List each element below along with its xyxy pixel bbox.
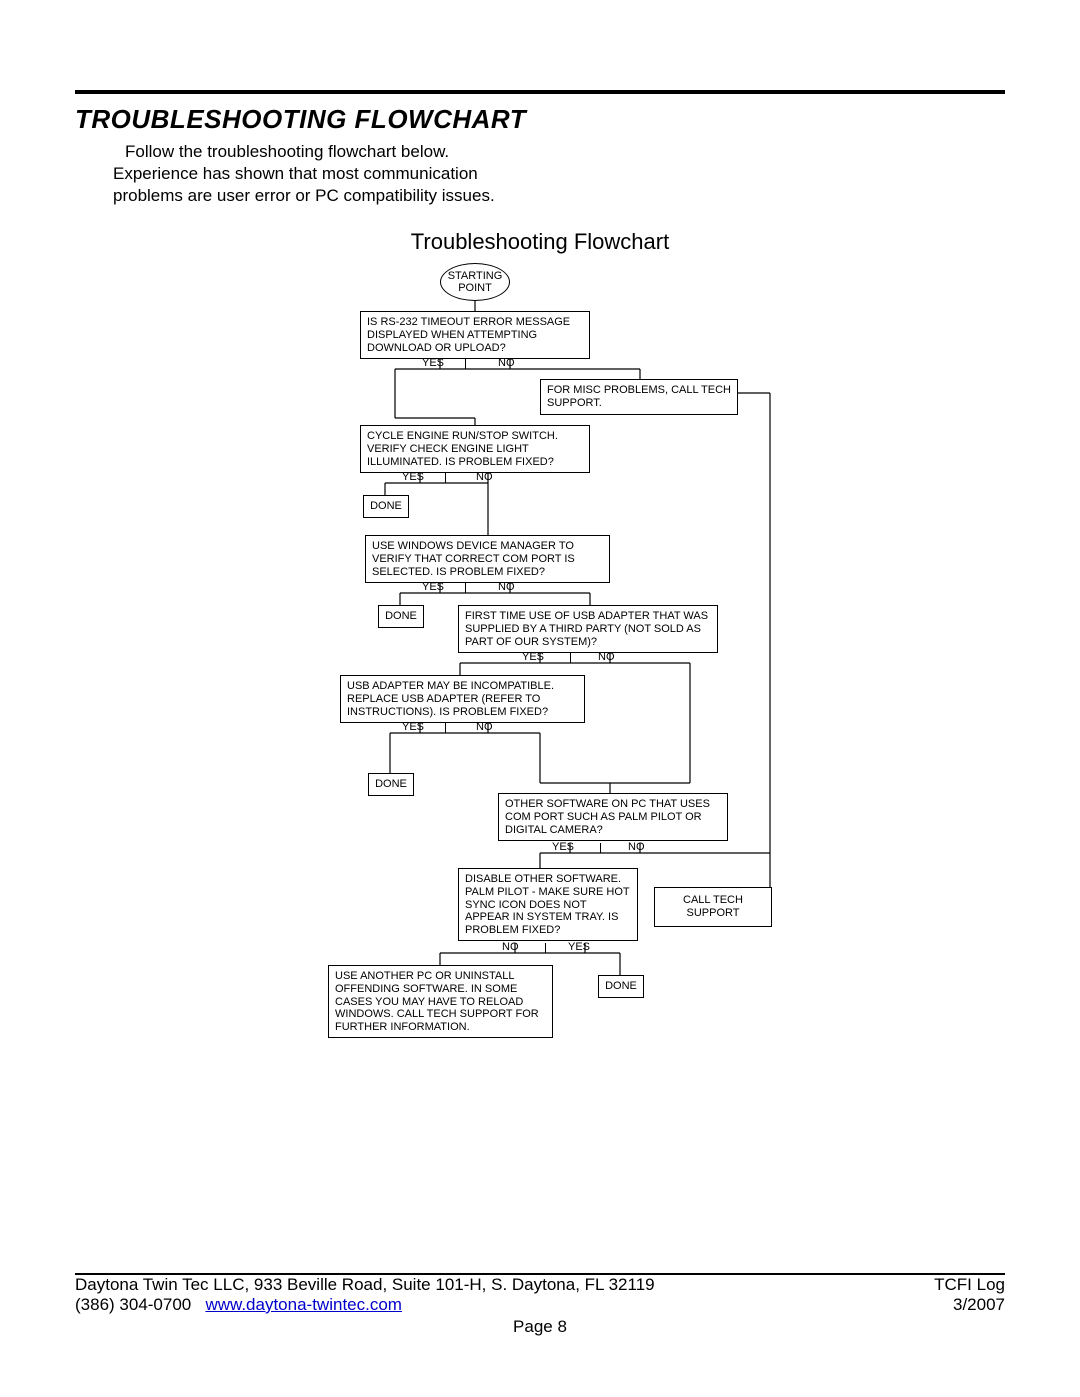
label-yes: YES [422,357,444,370]
intro-line: Experience has shown that most communica… [113,164,478,183]
footer-date: 3/2007 [953,1295,1005,1315]
terminal-call-tech-support: CALL TECH SUPPORT [654,887,772,926]
terminal-done: DONE [378,605,424,628]
terminal-done: DONE [363,495,409,518]
action-replace-adapter: USB ADAPTER MAY BE INCOMPATIBLE. REPLACE… [340,675,585,723]
split-divider [445,473,446,483]
label-yes: YES [422,581,444,594]
label-yes: YES [402,471,424,484]
split-divider [600,843,601,853]
top-rule [75,90,1005,94]
action-misc-problems: FOR MISC PROBLEMS, CALL TECH SUPPORT. [540,379,738,414]
action-disable-software: DISABLE OTHER SOFTWARE. PALM PILOT - MAK… [458,868,638,941]
label-no: NO [628,841,645,854]
label-yes: YES [568,941,590,954]
split-divider [570,653,571,663]
label-yes: YES [522,651,544,664]
page-footer: Daytona Twin Tec LLC, 933 Beville Road, … [75,1273,1005,1337]
label-no: NO [498,581,515,594]
footer-company: Daytona Twin Tec LLC, 933 Beville Road, … [75,1275,655,1295]
footer-page-number: Page 8 [75,1317,1005,1337]
label-yes: YES [552,841,574,854]
label-no: NO [502,941,519,954]
section-title: TROUBLESHOOTING FLOWCHART [75,104,1005,135]
decision-rs232: IS RS-232 TIMEOUT ERROR MESSAGE DISPLAYE… [360,311,590,359]
intro-line: problems are user error or PC compatibil… [113,186,495,205]
footer-contact: (386) 304-0700 www.daytona-twintec.com [75,1295,402,1315]
footer-phone: (386) 304-0700 [75,1295,191,1314]
label-yes: YES [402,721,424,734]
page: TROUBLESHOOTING FLOWCHART Follow the tro… [0,0,1080,1397]
split-divider [465,583,466,593]
terminal-done: DONE [368,773,414,796]
footer-doc-name: TCFI Log [934,1275,1005,1295]
terminal-done: DONE [598,975,644,998]
label-no: NO [476,721,493,734]
decision-com-port: USE WINDOWS DEVICE MANAGER TO VERIFY THA… [365,535,610,583]
decision-cycle-switch: CYCLE ENGINE RUN/STOP SWITCH. VERIFY CHE… [360,425,590,473]
flowchart: STARTING POINT IS RS-232 TIMEOUT ERROR M… [240,263,840,1143]
decision-other-software: OTHER SOFTWARE ON PC THAT USES COM PORT … [498,793,728,841]
label-no: NO [498,357,515,370]
action-use-another-pc: USE ANOTHER PC OR UNINSTALL OFFENDING SO… [328,965,553,1038]
label-no: NO [476,471,493,484]
diagram-title: Troubleshooting Flowchart [75,229,1005,255]
label-no: NO [598,651,615,664]
intro-line: Follow the troubleshooting flowchart bel… [125,142,449,161]
footer-link[interactable]: www.daytona-twintec.com [205,1295,402,1314]
decision-usb-adapter: FIRST TIME USE OF USB ADAPTER THAT WAS S… [458,605,718,653]
split-divider [465,359,466,369]
split-divider [545,943,546,953]
split-divider [445,723,446,733]
intro-paragraph: Follow the troubleshooting flowchart bel… [113,141,543,207]
